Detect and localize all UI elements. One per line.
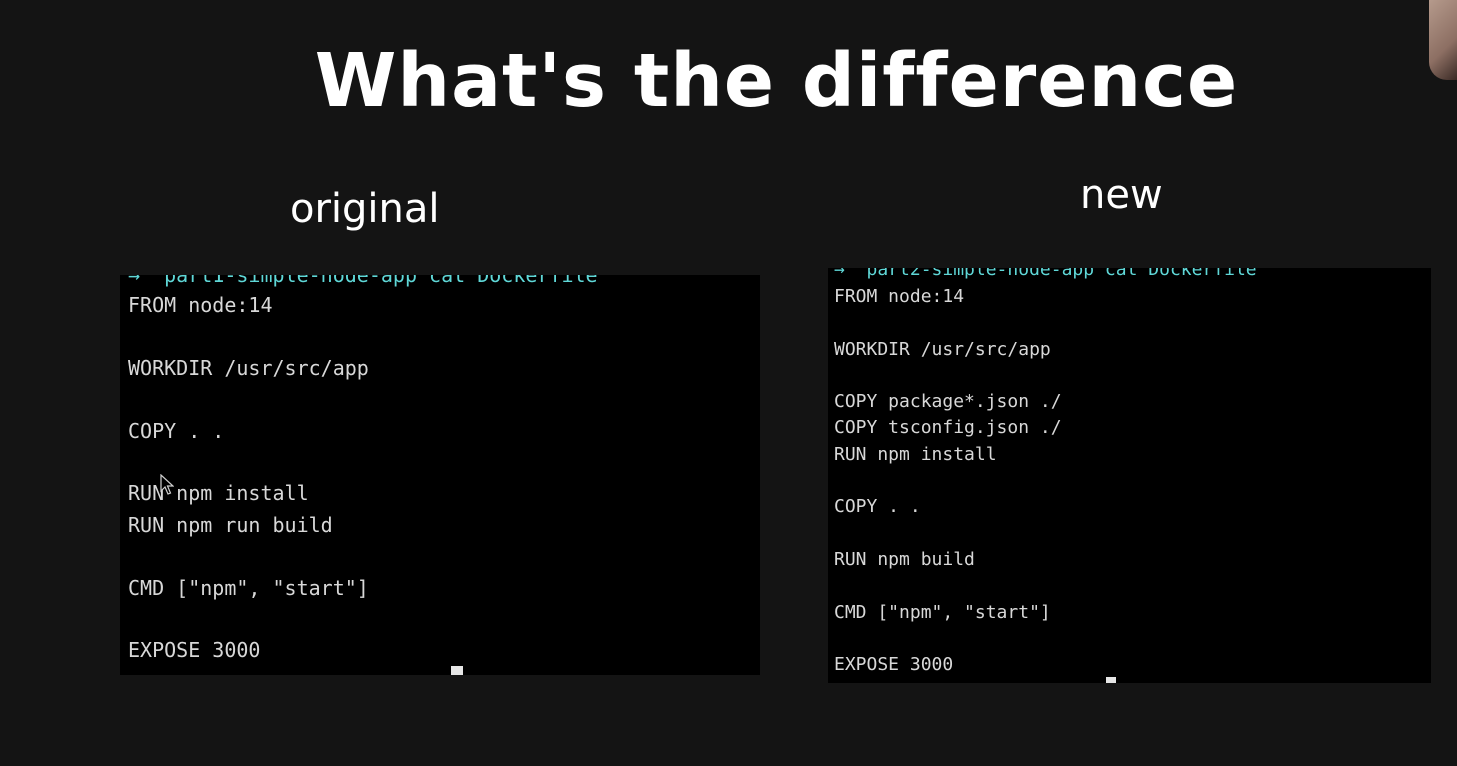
- terminal-new: → part2-simple-node-app cat Dockerfile F…: [828, 268, 1431, 683]
- dockerfile-line: [128, 384, 369, 415]
- dockerfile-line: [128, 321, 369, 352]
- dockerfile-line: WORKDIR /usr/src/app: [128, 355, 369, 380]
- slide-title: What's the difference: [314, 38, 1239, 124]
- dockerfile-line: [128, 604, 369, 635]
- dockerfile-line: CMD ["npm", "start"]: [834, 601, 1051, 623]
- dockerfile-line: WORKDIR /usr/src/app: [834, 338, 1051, 360]
- dockerfile-line: RUN npm build: [834, 548, 975, 570]
- terminal-prompt-original: → part1-simple-node-app cat Dockerfile: [128, 275, 598, 287]
- dockerfile-line: [834, 468, 1062, 494]
- terminal-prompt-new: → part2-simple-node-app cat Dockerfile: [834, 268, 1257, 280]
- mouse-pointer-icon: [160, 474, 174, 495]
- dockerfile-line: COPY . .: [834, 496, 921, 518]
- dockerfile-line: [834, 363, 1062, 389]
- dockerfile-line: RUN npm install: [834, 443, 997, 465]
- terminal-cursor-icon: [1106, 677, 1116, 683]
- terminal-cursor-icon: [451, 666, 463, 675]
- column-label-new: new: [1080, 172, 1163, 218]
- dockerfile-line: [834, 573, 1062, 599]
- dockerfile-line: [834, 626, 1062, 652]
- dockerfile-line: COPY package*.json ./: [834, 391, 1062, 413]
- dockerfile-line: CMD ["npm", "start"]: [128, 575, 369, 600]
- dockerfile-line: FROM node:14: [128, 293, 273, 317]
- dockerfile-line: [128, 541, 369, 572]
- terminal-original: → part1-simple-node-app cat Dockerfile F…: [120, 275, 760, 675]
- dockerfile-line: COPY . .: [128, 418, 225, 443]
- dockerfile-line: EXPOSE 3000: [128, 638, 261, 663]
- dockerfile-line: EXPOSE 3000: [834, 654, 954, 676]
- dockerfile-line: COPY tsconfig.json ./: [834, 417, 1062, 439]
- dockerfile-line: [834, 521, 1062, 547]
- dockerfile-line: [834, 310, 1062, 336]
- column-label-original: original: [290, 186, 440, 232]
- dockerfile-new: FROM node:14 WORKDIR /usr/src/app COPY pac…: [834, 284, 1062, 678]
- dockerfile-line: FROM node:14: [834, 286, 965, 307]
- dockerfile-line: RUN npm run build: [128, 512, 333, 537]
- webcam-thumbnail: [1429, 0, 1457, 80]
